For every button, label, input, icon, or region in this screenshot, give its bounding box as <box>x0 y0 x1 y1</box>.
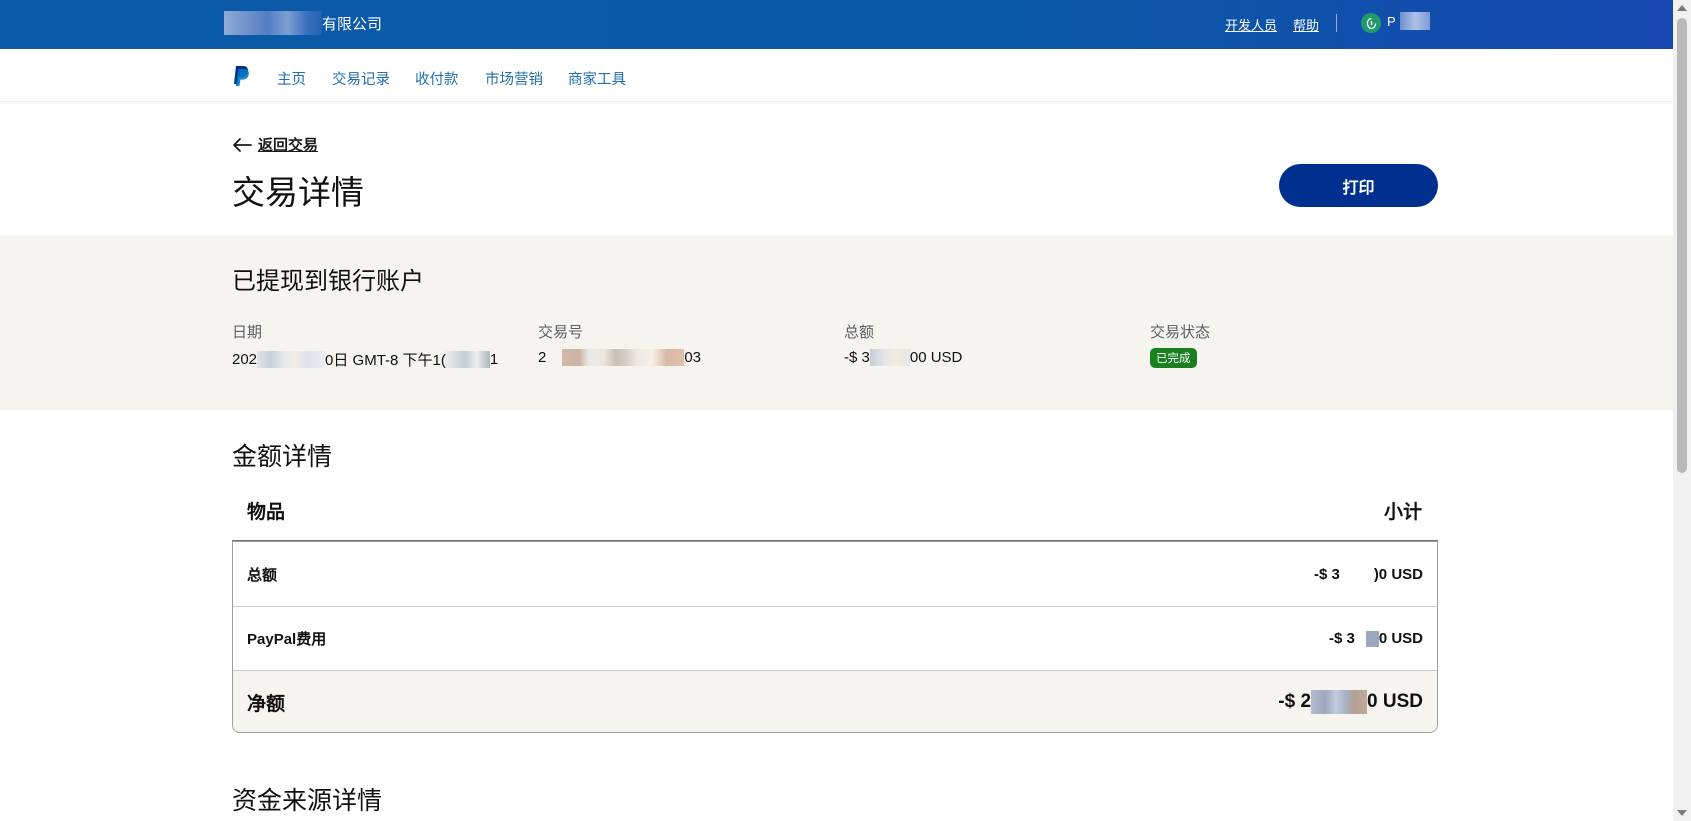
txn-id-suffix: 03 <box>684 349 702 366</box>
status-badge: 已完成 <box>1150 348 1197 368</box>
amount-prefix: -$ 3 <box>1328 630 1355 647</box>
developer-link[interactable]: 开发人员 <box>1225 15 1277 34</box>
back-arrow-icon <box>233 137 252 152</box>
amount-suffix: 0 USD <box>1378 630 1423 647</box>
transaction-summary: 已提现到银行账户 日期 202 0日 GMT-8 下午1( 1 交易号 2 03… <box>0 235 1673 410</box>
amount-table: 总额 -$ 3 )0 USD PayPal费用 -$ 3 0 USD 净额 -$… <box>232 541 1438 733</box>
nav-transactions[interactable]: 交易记录 <box>332 68 390 89</box>
scroll-up-icon[interactable] <box>1677 5 1687 11</box>
col-item-header: 物品 <box>247 502 286 523</box>
company-suffix: 有限公司 <box>322 15 383 33</box>
scrollbar[interactable] <box>1673 0 1691 821</box>
total-suffix: 00 USD <box>909 349 963 366</box>
summary-title: 已提现到银行账户 <box>232 268 424 295</box>
row-amount: -$ 3 0 USD <box>1329 630 1423 647</box>
nav-merchant-tools[interactable]: 商家工具 <box>568 68 626 89</box>
total-label: 总额 <box>844 324 875 341</box>
redacted-amount <box>1339 566 1374 582</box>
date-suffix: 1 <box>489 351 499 368</box>
txn-id-label: 交易号 <box>538 324 584 341</box>
date-value: 202 0日 GMT-8 下午1( 1 <box>232 349 498 370</box>
redacted-total <box>869 349 910 366</box>
date-mid: 0日 GMT-8 下午1( <box>325 352 446 369</box>
redacted-company-name <box>224 11 322 35</box>
user-avatar-icon[interactable] <box>1361 13 1381 33</box>
amount-prefix: -$ 3 <box>1313 565 1340 583</box>
user-initial: P <box>1387 13 1396 29</box>
divider <box>1336 14 1337 32</box>
redacted-txn-id <box>562 349 685 366</box>
table-row-net: 净额 -$ 2 0 USD <box>233 670 1437 732</box>
top-bar: 有限公司 开发人员 帮助 P <box>0 0 1673 49</box>
row-label: 净额 <box>247 693 286 715</box>
print-button[interactable]: 打印 <box>1279 164 1438 207</box>
company-name: 有限公司 <box>224 10 382 36</box>
status-label: 交易状态 <box>1150 324 1211 341</box>
txn-id-value: 2 03 <box>538 349 701 366</box>
total-value: -$ 3 00 USD <box>844 349 962 366</box>
scroll-down-icon[interactable] <box>1677 810 1687 816</box>
amount-prefix: -$ 2 <box>1278 691 1312 712</box>
nav-marketing[interactable]: 市场营销 <box>485 68 543 89</box>
user-menu[interactable]: P <box>1387 10 1430 32</box>
nav-home[interactable]: 主页 <box>277 68 306 89</box>
redacted-amount <box>1311 690 1368 714</box>
back-to-transactions-link[interactable]: 返回交易 <box>232 134 318 155</box>
redacted-user-name <box>1399 12 1430 30</box>
date-prefix: 202 <box>232 351 258 368</box>
amount-details-title: 金额详情 <box>232 443 333 471</box>
main-nav: 主页 交易记录 收付款 市场营销 商家工具 <box>0 49 1673 102</box>
txn-id-prefix: 2 <box>538 349 547 366</box>
scroll-thumb[interactable] <box>1677 18 1687 473</box>
row-label: 总额 <box>247 566 278 584</box>
row-label: PayPal费用 <box>247 631 327 648</box>
amount-suffix: )0 USD <box>1373 565 1423 583</box>
amount-suffix: 0 USD <box>1367 691 1423 712</box>
back-label: 返回交易 <box>258 137 319 154</box>
top-right-area: 开发人员 帮助 P <box>1173 0 1673 45</box>
row-amount: -$ 3 )0 USD <box>1314 566 1423 583</box>
redacted-time <box>445 351 490 368</box>
table-row-gross: 总额 -$ 3 )0 USD <box>233 542 1437 606</box>
help-link[interactable]: 帮助 <box>1293 15 1319 34</box>
funding-details-title: 资金来源详情 <box>232 787 383 815</box>
redacted-amount <box>1354 630 1379 647</box>
paypal-logo-icon[interactable] <box>232 65 250 87</box>
date-label: 日期 <box>232 324 263 341</box>
row-amount: -$ 2 0 USD <box>1278 690 1423 714</box>
page-title: 交易详情 <box>232 174 364 211</box>
redacted-date <box>257 351 326 368</box>
table-row-fee: PayPal费用 -$ 3 0 USD <box>233 606 1437 670</box>
total-prefix: -$ 3 <box>844 349 870 366</box>
col-subtotal-header: 小计 <box>1384 502 1423 523</box>
nav-payments[interactable]: 收付款 <box>415 68 459 89</box>
